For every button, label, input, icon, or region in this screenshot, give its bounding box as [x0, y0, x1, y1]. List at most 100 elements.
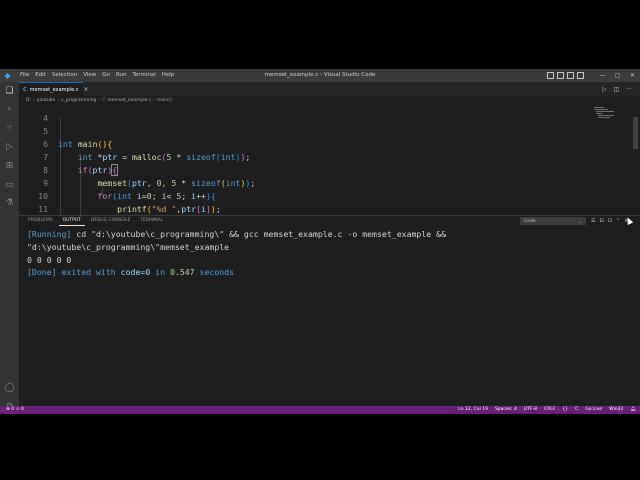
run-debug-icon[interactable]: ▷	[0, 141, 19, 153]
chevron-down-icon: ⌄	[578, 219, 582, 224]
close-tab-icon[interactable]: ×	[84, 86, 89, 93]
customize-layout-icon[interactable]	[577, 72, 584, 79]
tab-output[interactable]: OUTPUT	[58, 216, 85, 226]
command-text: cd "d:\youtube\c_programming\" && gcc me…	[71, 229, 447, 239]
language-mode[interactable]: C	[575, 406, 578, 414]
output-line: [Running] cd "d:\youtube\c_programming\"…	[27, 228, 627, 241]
chevron-right-icon: ›	[153, 98, 156, 103]
output-line: [Done] exited with code=0 in 0.547 secon…	[27, 267, 235, 278]
toggle-secondary-sidebar-icon[interactable]	[567, 72, 574, 79]
problems-count[interactable]: ⊗ 0 ⚠ 0	[6, 406, 24, 414]
c-file-icon: C	[23, 86, 27, 93]
code-line: 4	[19, 105, 619, 123]
testing-icon[interactable]: ⚗	[0, 197, 19, 209]
maximize-panel-icon[interactable]: ⌃	[616, 218, 620, 224]
layout-controls	[547, 72, 584, 79]
platform[interactable]: Win32	[609, 406, 623, 414]
menu-help[interactable]: Help	[159, 69, 178, 82]
menu-view[interactable]: View	[80, 69, 99, 82]
toggle-panel-icon[interactable]	[557, 72, 564, 79]
code-line: 10 printf("%d ",ptr[i]);	[19, 177, 619, 214]
breadcrumb-folder[interactable]: youtube	[37, 98, 56, 103]
filter-icon[interactable]: ☰	[591, 218, 595, 224]
encoding[interactable]: UTF-8	[524, 406, 537, 414]
exit-code: code=0	[120, 267, 151, 278]
status-bar: ⊗ 0 ⚠ 0 Ln 12, Col 19 Spaces: 4 UTF-8 CR…	[0, 406, 640, 414]
menu-bar: File Edit Selection View Go Run Terminal…	[17, 69, 177, 82]
menu-file[interactable]: File	[17, 69, 32, 82]
minimap[interactable]	[592, 105, 632, 125]
code-line: 9 for(int i=0; i< 5; i++){	[19, 164, 619, 201]
breadcrumb-drive[interactable]: D:	[26, 98, 31, 103]
editor-tab-bar: C memset_example.c × ▷ ◫ ···	[19, 82, 640, 96]
code-editor[interactable]: 4 5 int main(){ 6 int *ptr = malloc(5 * …	[19, 105, 631, 215]
breadcrumb-c-icon: C	[102, 98, 106, 103]
menu-selection[interactable]: Selection	[49, 69, 80, 82]
close-window-icon[interactable]: ✕	[625, 69, 640, 82]
tab-debug-console[interactable]: DEBUG CONSOLE	[87, 216, 134, 226]
indentation[interactable]: Spaces: 4	[495, 406, 517, 414]
editor-scrollbar[interactable]	[632, 105, 639, 215]
editor-actions: ▷ ◫ ···	[602, 82, 632, 96]
run-code-icon[interactable]: ▷	[602, 86, 607, 93]
chevron-right-icon: ›	[98, 98, 101, 103]
vscode-logo-icon: ◆	[4, 71, 11, 80]
maximize-icon[interactable]: ▢	[610, 69, 625, 82]
search-icon[interactable]: ⌕	[0, 103, 19, 115]
cursor-position[interactable]: Ln 12, Col 19	[458, 406, 488, 414]
split-editor-icon[interactable]: ◫	[614, 86, 620, 93]
window-title: memset_example.c - Visual Studio Code	[264, 72, 376, 78]
code-line: 8 memset(ptr, 0, 5 * sizeof(int));	[19, 151, 619, 188]
tab-memset-example[interactable]: C memset_example.c ×	[19, 82, 89, 96]
notifications-bell-icon[interactable]: 🔔︎	[630, 406, 636, 414]
tab-problems[interactable]: PROBLEMS	[24, 216, 57, 226]
window-controls: — ▢ ✕	[595, 69, 640, 82]
code-line: 5 int main(){	[19, 112, 619, 149]
panel-tabs: PROBLEMS OUTPUT DEBUG CONSOLE TERMINAL	[24, 216, 167, 226]
menu-run[interactable]: Run	[113, 69, 130, 82]
output-channel-value: Code	[524, 219, 536, 224]
status-right: Ln 12, Col 19 Spaces: 4 UTF-8 CRLF {} C …	[458, 406, 636, 414]
code-line: 7 if(ptr){	[19, 138, 619, 176]
clear-output-icon[interactable]: ⊟	[599, 218, 603, 224]
source-control-icon[interactable]: ⑂	[0, 122, 19, 134]
output-channel-select[interactable]: Code ⌄	[520, 217, 586, 225]
explorer-icon[interactable]: ❏	[0, 85, 19, 97]
lock-scroll-icon[interactable]: ⊡	[608, 218, 612, 224]
running-tag: [Running]	[27, 229, 72, 239]
title-bar: ◆ File Edit Selection View Go Run Termin…	[0, 69, 640, 82]
menu-terminal[interactable]: Terminal	[129, 69, 158, 82]
output-line: "d:\youtube\c_programming\"memset_exampl…	[27, 241, 230, 252]
go-live[interactable]: Go Live	[585, 406, 602, 414]
toggle-primary-sidebar-icon[interactable]	[547, 72, 554, 79]
accounts-icon[interactable]: ◯	[0, 382, 19, 394]
program-output: 0 0 0 0 0	[27, 254, 72, 265]
remote-explorer-icon[interactable]: ▭	[0, 179, 19, 191]
extensions-icon[interactable]: ⊞	[0, 160, 19, 172]
tab-label: memset_example.c	[29, 86, 79, 93]
output-log: [Running] cd "d:\youtube\c_programming\"…	[27, 228, 627, 279]
breadcrumb-symbol[interactable]: main()	[157, 98, 172, 103]
end-of-line[interactable]: CRLF	[544, 406, 555, 414]
chevron-right-icon: ›	[57, 98, 60, 103]
code-line: 6 int *ptr = malloc(5 * sizeof(int));	[19, 125, 619, 162]
menu-go[interactable]: Go	[99, 69, 113, 82]
tab-terminal[interactable]: TERMINAL	[136, 216, 167, 226]
done-tag: [Done]	[27, 267, 57, 278]
vscode-window: ◆ File Edit Selection View Go Run Termin…	[0, 69, 640, 414]
scrollbar-thumb[interactable]	[633, 117, 638, 149]
breadcrumb: D: › youtube › c_programming › C memset_…	[26, 96, 172, 105]
minimize-icon[interactable]: —	[595, 69, 610, 82]
language-braces-icon: {}	[562, 407, 569, 412]
activity-bar: ❏ ⌕ ⑂ ▷ ⊞ ▭ ⚗ ◯ ⚙	[0, 82, 19, 412]
more-actions-icon[interactable]: ···	[626, 86, 632, 93]
menu-edit[interactable]: Edit	[32, 69, 49, 82]
code-line: 12 free(ptr);	[19, 203, 619, 215]
chevron-right-icon: ›	[32, 98, 35, 103]
breadcrumb-file[interactable]: memset_example.c	[107, 98, 151, 103]
elapsed-time: 0.547	[169, 267, 195, 278]
breadcrumb-folder[interactable]: c_programming	[61, 98, 96, 103]
code-line: 11 }	[19, 190, 619, 214]
panel-actions: ☰ ⊟ ⊡ ⌃ ✕	[591, 216, 628, 226]
bottom-panel: PROBLEMS OUTPUT DEBUG CONSOLE TERMINAL C…	[19, 215, 640, 406]
